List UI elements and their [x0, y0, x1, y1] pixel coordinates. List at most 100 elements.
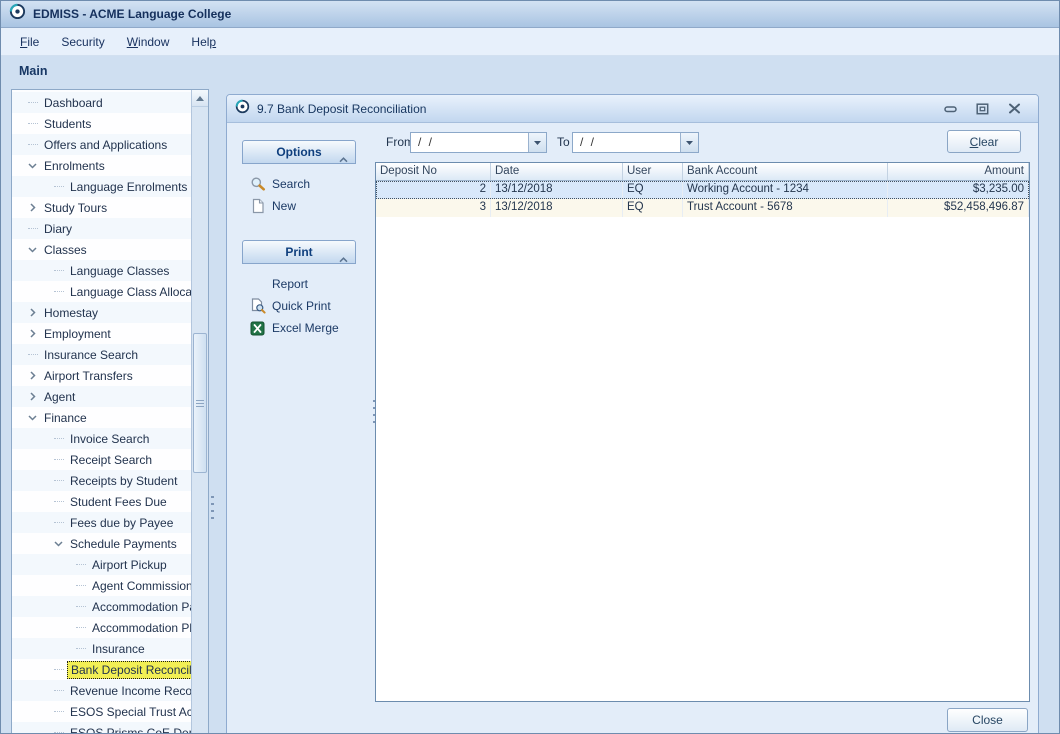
app-titlebar[interactable]: EDMISS - ACME Language College [1, 1, 1059, 28]
tree-item-revenue-income-recognitio[interactable]: Revenue Income Recognitio [12, 680, 191, 701]
options-panel-header[interactable]: Options [242, 140, 356, 164]
menu-security[interactable]: Security [50, 31, 115, 53]
tree-item-label: Agent [41, 389, 78, 405]
child-window-titlebar[interactable]: 9.7 Bank Deposit Reconciliation [227, 95, 1038, 123]
tree-item-agent-commission[interactable]: Agent Commission [12, 575, 191, 596]
sidebar-splitter-handle[interactable] [211, 496, 214, 522]
tree-item-label: Accommodation Placem [89, 620, 191, 636]
tree-item-fees-due-by-payee[interactable]: Fees due by Payee [12, 512, 191, 533]
tree-item-receipt-search[interactable]: Receipt Search [12, 449, 191, 470]
scrollbar-thumb[interactable] [193, 333, 207, 473]
tree-connector [72, 600, 89, 614]
tree-item-agent[interactable]: Agent [12, 386, 191, 407]
from-date-combobox[interactable]: / / [410, 132, 547, 153]
new-button[interactable]: New [249, 195, 379, 217]
tree-item-finance[interactable]: Finance [12, 407, 191, 428]
print-panel-items: Report Quick Print Excel Merge [249, 273, 379, 339]
tree-item-employment[interactable]: Employment [12, 323, 191, 344]
tree-item-insurance[interactable]: Insurance [12, 638, 191, 659]
chevron-right-icon[interactable] [24, 390, 41, 404]
grid-row[interactable]: 213/12/2018EQWorking Account - 1234$3,23… [376, 181, 1029, 199]
chevron-down-icon[interactable] [24, 243, 41, 257]
tree-connector [50, 495, 67, 509]
tree-item-diary[interactable]: Diary [12, 218, 191, 239]
tree-item-invoice-search[interactable]: Invoice Search [12, 428, 191, 449]
column-header-date[interactable]: Date [491, 163, 623, 180]
tree-item-label: Classes [41, 242, 90, 258]
tree-item-language-class-allocation[interactable]: Language Class Allocation [12, 281, 191, 302]
tree-item-schedule-payments[interactable]: Schedule Payments [12, 533, 191, 554]
close-button[interactable]: Close [947, 708, 1028, 732]
menu-file[interactable]: File [9, 31, 50, 53]
to-date-combobox[interactable]: / / [572, 132, 699, 153]
tree-connector [50, 453, 67, 467]
grid-cell: Working Account - 1234 [683, 181, 888, 199]
chevron-down-icon[interactable] [50, 537, 67, 551]
from-dropdown-arrow-icon[interactable] [528, 133, 546, 152]
close-icon[interactable] [1006, 102, 1022, 116]
grid-row[interactable]: 313/12/2018EQTrust Account - 5678$52,458… [376, 199, 1029, 217]
tree-item-label: Enrolments [41, 158, 108, 174]
search-button[interactable]: Search [249, 173, 379, 195]
scroll-up-button[interactable] [192, 90, 208, 107]
chevron-right-icon[interactable] [24, 369, 41, 383]
tree-item-dashboard[interactable]: Dashboard [12, 92, 191, 113]
panel-item-label: Excel Merge [272, 321, 339, 335]
quick-print-button[interactable]: Quick Print [249, 295, 379, 317]
tree-item-esos-prisms-coe-deposit-e[interactable]: ESOS Prisms CoE Deposit E [12, 722, 191, 734]
tree-item-offers-and-applications[interactable]: Offers and Applications [12, 134, 191, 155]
tree-item-homestay[interactable]: Homestay [12, 302, 191, 323]
chevron-right-icon[interactable] [24, 327, 41, 341]
tree-item-accommodation-payme[interactable]: Accommodation Payme [12, 596, 191, 617]
tree-item-esos-special-trust-accoun[interactable]: ESOS Special Trust Accoun [12, 701, 191, 722]
menu-help[interactable]: Help [180, 31, 227, 53]
column-header-deposit-no[interactable]: Deposit No [376, 163, 491, 180]
tree-item-accommodation-placem[interactable]: Accommodation Placem [12, 617, 191, 638]
grid-cell: 13/12/2018 [491, 199, 623, 217]
minimize-icon[interactable] [942, 102, 958, 116]
tree-connector [24, 138, 41, 152]
app-title: EDMISS - ACME Language College [33, 7, 231, 21]
child-window-icon [235, 99, 250, 119]
report-button[interactable]: Report [249, 273, 379, 295]
tree-item-students[interactable]: Students [12, 113, 191, 134]
column-header-user[interactable]: User [623, 163, 683, 180]
chevron-down-icon[interactable] [24, 159, 41, 173]
print-panel-header[interactable]: Print [242, 240, 356, 264]
tree-item-label: Schedule Payments [67, 536, 180, 552]
tree-item-label: ESOS Prisms CoE Deposit E [67, 725, 191, 734]
clear-button[interactable]: Clear [947, 130, 1021, 153]
chevron-right-icon[interactable] [24, 306, 41, 320]
tree-item-receipts-by-student[interactable]: Receipts by Student [12, 470, 191, 491]
tree-item-classes[interactable]: Classes [12, 239, 191, 260]
tree-item-enrolments[interactable]: Enrolments [12, 155, 191, 176]
report-icon-placeholder [249, 276, 266, 292]
tree-item-bank-deposit-reconciliation[interactable]: Bank Deposit Reconciliation [12, 659, 191, 680]
column-header-amount[interactable]: Amount [888, 163, 1029, 180]
tree-item-student-fees-due[interactable]: Student Fees Due [12, 491, 191, 512]
tree-item-insurance-search[interactable]: Insurance Search [12, 344, 191, 365]
column-header-bank-account[interactable]: Bank Account [683, 163, 888, 180]
tree-connector [50, 663, 67, 677]
tree-item-airport-transfers[interactable]: Airport Transfers [12, 365, 191, 386]
excel-merge-button[interactable]: Excel Merge [249, 317, 379, 339]
tree-item-language-enrolments[interactable]: Language Enrolments [12, 176, 191, 197]
tree-item-label: Airport Pickup [89, 557, 170, 573]
tree-connector [50, 264, 67, 278]
to-dropdown-arrow-icon[interactable] [680, 133, 698, 152]
child-window-bank-deposit-reconciliation: 9.7 Bank Deposit Reconciliation Options [226, 94, 1039, 734]
tree-item-study-tours[interactable]: Study Tours [12, 197, 191, 218]
tree-item-airport-pickup[interactable]: Airport Pickup [12, 554, 191, 575]
tree-item-label: Study Tours [41, 200, 110, 216]
collapse-chevron-icon [339, 250, 348, 268]
panel-item-label: Report [272, 277, 308, 291]
grid-cell: EQ [623, 199, 683, 217]
restore-icon[interactable] [974, 102, 990, 116]
chevron-right-icon[interactable] [24, 201, 41, 215]
options-panel-title: Options [276, 145, 321, 159]
grid-cell: 2 [376, 181, 491, 199]
menu-window[interactable]: Window [116, 31, 181, 53]
tree-item-language-classes[interactable]: Language Classes [12, 260, 191, 281]
chevron-down-icon[interactable] [24, 411, 41, 425]
tree-scrollbar[interactable] [191, 90, 208, 734]
